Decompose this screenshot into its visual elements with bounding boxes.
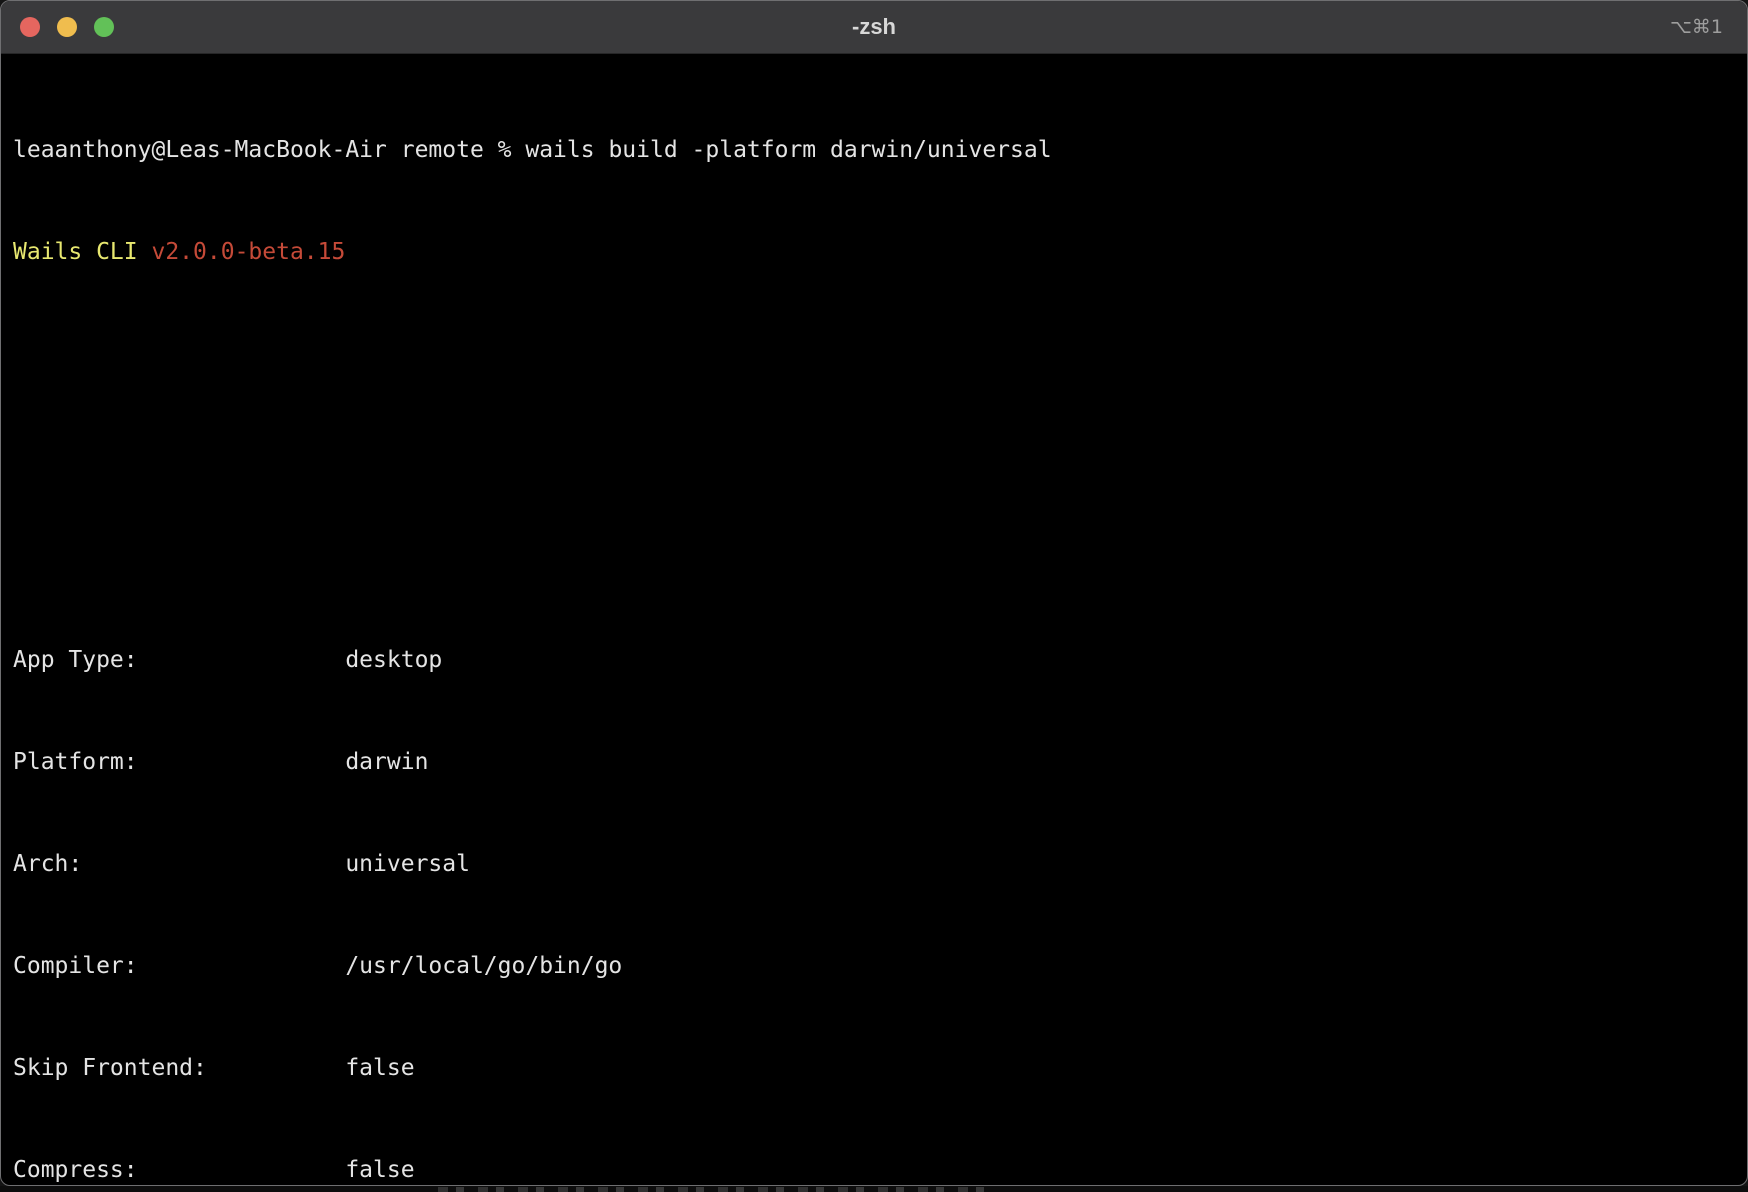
config-row-platform: Platform:darwin bbox=[13, 745, 1735, 779]
prompt-line-1: leaanthony@Leas-MacBook-Air remote % wai… bbox=[13, 133, 1735, 167]
window-title: -zsh bbox=[1, 14, 1747, 40]
config-key: Compress: bbox=[13, 1153, 345, 1186]
config-row-arch: Arch:universal bbox=[13, 847, 1735, 881]
config-value: darwin bbox=[345, 749, 428, 775]
obscured-background-text bbox=[438, 1187, 998, 1192]
window-titlebar[interactable]: -zsh ⌥⌘1 bbox=[1, 1, 1747, 54]
config-value: /usr/local/go/bin/go bbox=[345, 953, 622, 979]
config-value: universal bbox=[345, 851, 470, 877]
config-key: Platform: bbox=[13, 745, 345, 779]
wails-version: v2.0.0-beta.15 bbox=[151, 239, 345, 265]
config-value: false bbox=[345, 1055, 414, 1081]
config-value: false bbox=[345, 1157, 414, 1183]
config-row-compress: Compress:false bbox=[13, 1153, 1735, 1186]
blank-line bbox=[13, 439, 1735, 473]
config-key: Arch: bbox=[13, 847, 345, 881]
config-key: App Type: bbox=[13, 643, 345, 677]
wails-banner-line: Wails CLI v2.0.0-beta.15 bbox=[13, 235, 1735, 269]
close-button[interactable] bbox=[20, 17, 40, 37]
config-row-compiler: Compiler:/usr/local/go/bin/go bbox=[13, 949, 1735, 983]
config-row-skip-frontend: Skip Frontend:false bbox=[13, 1051, 1735, 1085]
traffic-lights bbox=[1, 17, 114, 37]
config-key: Skip Frontend: bbox=[13, 1051, 345, 1085]
blank-line bbox=[13, 337, 1735, 371]
terminal-window: -zsh ⌥⌘1 leaanthony@Leas-MacBook-Air rem… bbox=[0, 0, 1748, 1186]
terminal-content[interactable]: leaanthony@Leas-MacBook-Air remote % wai… bbox=[1, 54, 1747, 1186]
background-window-sliver bbox=[0, 1186, 1748, 1192]
tab-shortcut-badge: ⌥⌘1 bbox=[1670, 16, 1723, 38]
command-wails-build: wails build -platform darwin/universal bbox=[525, 137, 1051, 163]
minimize-button[interactable] bbox=[57, 17, 77, 37]
blank-line bbox=[13, 541, 1735, 575]
zoom-button[interactable] bbox=[94, 17, 114, 37]
config-value: desktop bbox=[345, 647, 442, 673]
config-row-app-type: App Type:desktop bbox=[13, 643, 1735, 677]
config-key: Compiler: bbox=[13, 949, 345, 983]
wails-cli-label: Wails CLI bbox=[13, 239, 138, 265]
shell-prompt: leaanthony@Leas-MacBook-Air remote % bbox=[13, 137, 512, 163]
